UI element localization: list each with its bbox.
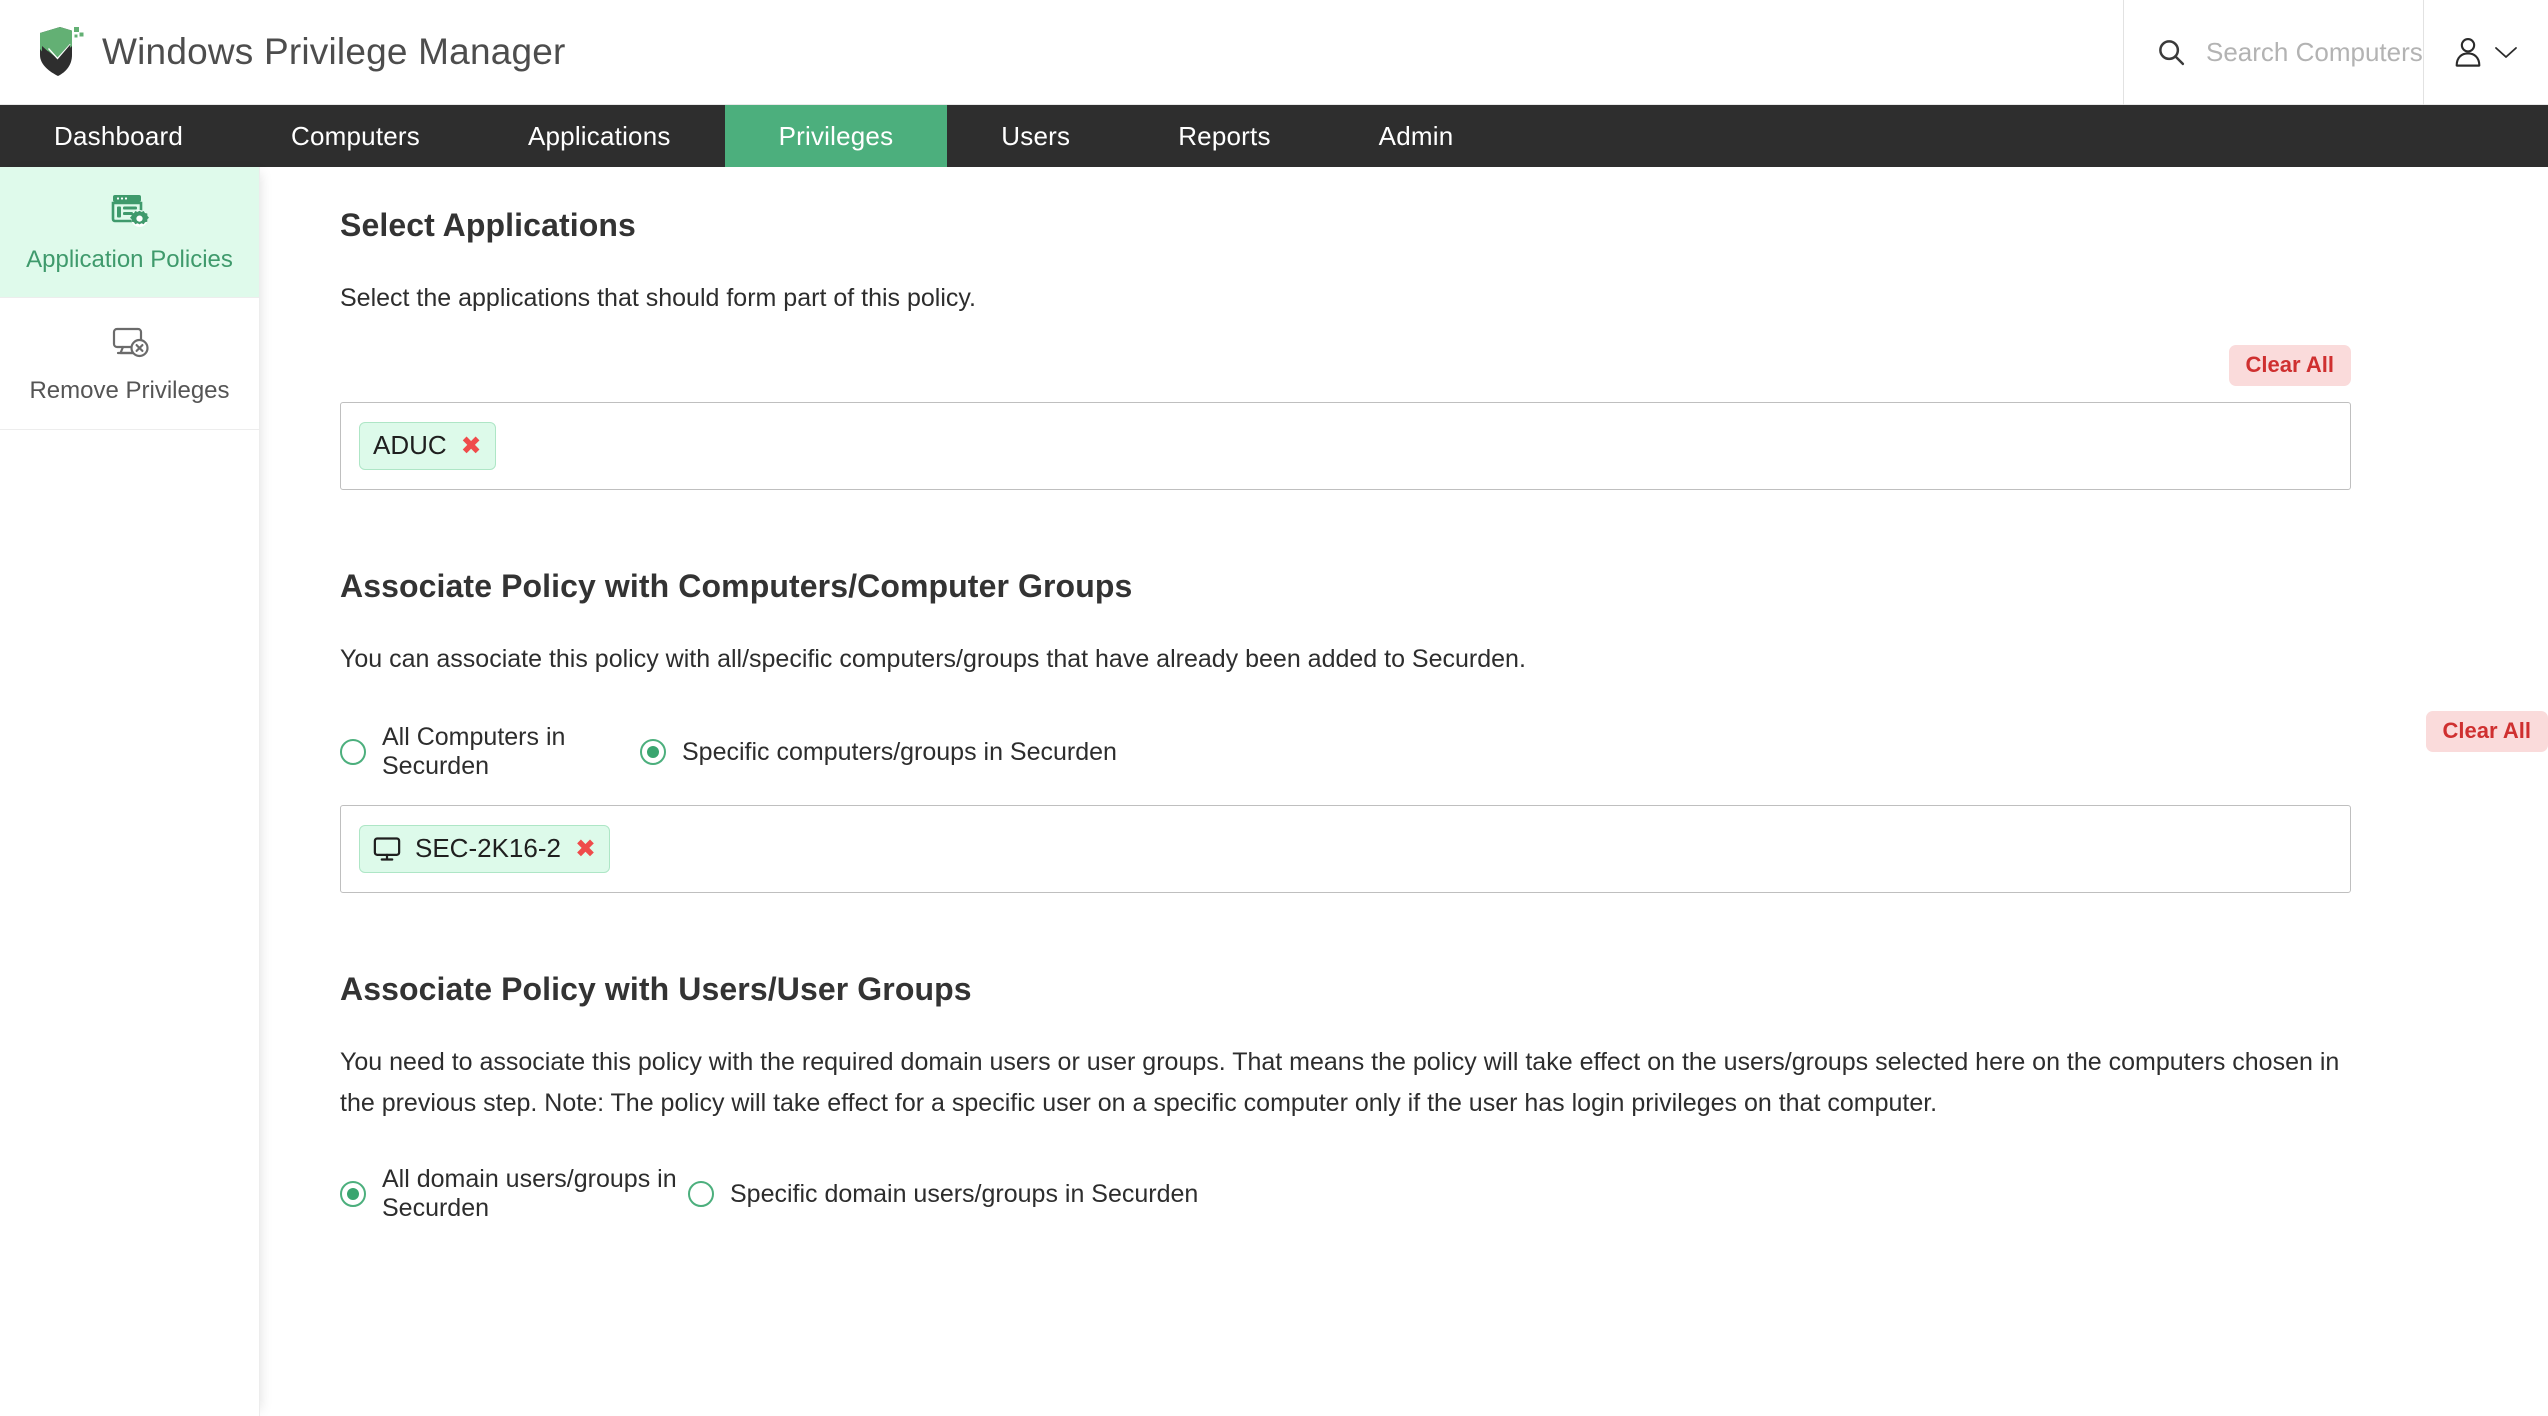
applications-clear-all-row: Clear All [340,344,2351,386]
search-icon [2159,40,2185,66]
users-scope-radio-group: All domain users/groups in Securden Spec… [340,1165,2548,1223]
monitor-remove-icon [112,328,149,358]
users-section-title: Associate Policy with Users/User Groups [340,971,972,1007]
radio-specific-computers[interactable]: Specific computers/groups in Securden [640,738,1117,767]
radio-label: Specific domain users/groups in Securden [730,1179,1199,1208]
nav-item-computers[interactable]: Computers [237,105,474,167]
sidebar-item-label: Remove Privileges [29,377,230,405]
clear-all-applications-button[interactable]: Clear All [2228,344,2351,386]
associate-computers-section: Associate Policy with Computers/Computer… [340,567,2548,893]
page-body: Application Policies Remove Privileges S… [0,167,2548,1416]
radio-all-domain-users[interactable]: All domain users/groups in Securden [340,1165,688,1223]
nav-item-admin[interactable]: Admin [1325,105,1508,167]
close-icon[interactable]: ✖ [575,836,596,861]
sidebar-item-remove-privileges[interactable]: Remove Privileges [0,298,259,430]
chevron-down-icon [2495,47,2517,58]
sidebar: Application Policies Remove Privileges [0,167,260,1416]
nav-item-reports[interactable]: Reports [1124,105,1324,167]
associate-users-section: Associate Policy with Users/User Groups … [340,971,2548,1223]
chip-application[interactable]: ADUC ✖ [359,421,496,470]
main-content: Select Applications Select the applicati… [260,167,2548,1416]
clear-all-computers-button[interactable]: Clear All [2425,711,2548,752]
computers-section-title: Associate Policy with Computers/Computer… [340,567,1133,604]
radio-mark [340,739,366,765]
nav-item-users[interactable]: Users [947,105,1124,167]
applications-chip-box[interactable]: ADUC ✖ [340,401,2351,490]
top-header-bar: Windows Privilege Manager [0,0,2548,105]
app-title: Windows Privilege Manager [102,31,566,72]
search-input[interactable] [2206,36,2423,68]
nav-item-privileges[interactable]: Privileges [724,105,948,167]
search-container [2123,0,2423,105]
chip-label: SEC-2K16-2 [415,833,561,863]
computers-chip-box[interactable]: SEC-2K16-2 ✖ [340,805,2351,893]
close-icon[interactable]: ✖ [461,433,482,458]
user-menu-button[interactable] [2423,0,2548,105]
nav-item-applications[interactable]: Applications [474,105,725,167]
monitor-icon [373,836,401,861]
select-applications-section: Select Applications Select the applicati… [340,207,2548,490]
radio-all-computers[interactable]: All Computers in Securden [340,723,640,781]
chip-label: ADUC [373,429,447,460]
radio-mark [340,1181,366,1207]
shield-check-icon [40,27,84,76]
user-icon [2455,38,2481,67]
chip-computer[interactable]: SEC-2K16-2 ✖ [359,825,610,873]
radio-specific-domain-users[interactable]: Specific domain users/groups in Securden [688,1180,1198,1209]
nav-item-dashboard[interactable]: Dashboard [0,105,237,167]
sidebar-item-label: Application Policies [26,246,233,273]
page-title: Select Applications [340,207,636,243]
radio-label: All Computers in Securden [382,723,566,780]
radio-label: All domain users/groups in Securden [382,1165,677,1222]
computers-clear-all-row: Clear All [2425,711,2548,752]
applications-description: Select the applications that should form… [340,284,976,312]
radio-mark [688,1181,714,1207]
radio-mark [640,739,666,765]
users-description: You need to associate this policy with t… [340,1048,2340,1117]
brand: Windows Privilege Manager [0,25,566,79]
sidebar-item-application-policies[interactable]: Application Policies [0,167,259,299]
radio-label: Specific computers/groups in Securden [682,737,1117,766]
computers-scope-radio-group: All Computers in Securden Specific compu… [340,711,2548,781]
application-policies-icon [111,195,149,227]
main-navigation: Dashboard Computers Applications Privile… [0,105,2548,167]
computers-description: You can associate this policy with all/s… [340,644,1526,673]
